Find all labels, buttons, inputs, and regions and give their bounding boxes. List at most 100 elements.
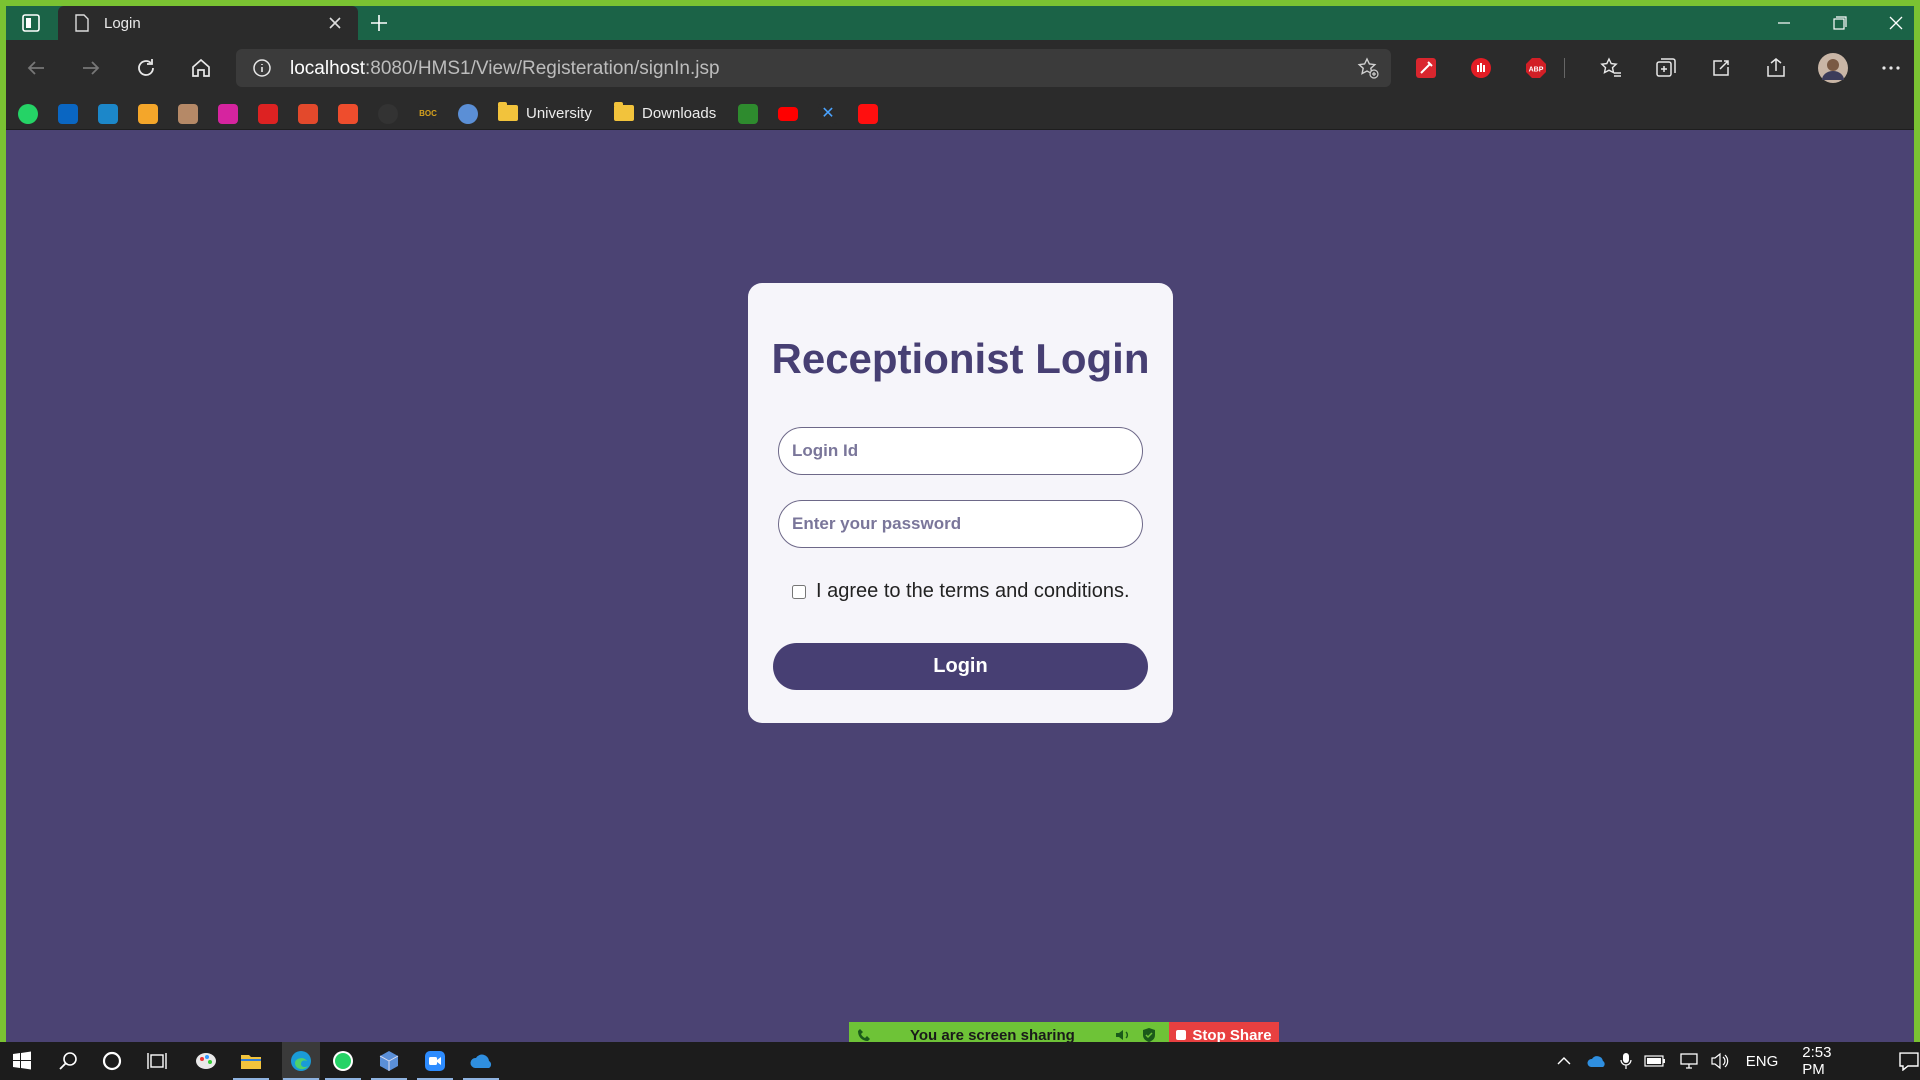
home-icon xyxy=(192,58,210,77)
title-bar: Login xyxy=(6,6,1914,40)
address-bar[interactable]: localhost:8080/HMS1/View/Registeration/s… xyxy=(236,49,1391,87)
zoom-icon xyxy=(425,1051,445,1071)
shop-icon[interactable] xyxy=(338,104,358,124)
home-button[interactable] xyxy=(187,54,215,82)
share-icon xyxy=(1767,58,1785,77)
dark-circle-icon[interactable] xyxy=(378,104,398,124)
profile-button[interactable] xyxy=(1817,52,1849,84)
login-button[interactable]: Login xyxy=(773,643,1148,690)
forward-button[interactable] xyxy=(77,54,105,82)
collections-button[interactable] xyxy=(1652,54,1680,82)
folder-icon xyxy=(614,102,634,121)
bookmark-folder-downloads[interactable]: Downloads xyxy=(614,101,716,125)
url-text[interactable]: localhost:8080/HMS1/View/Registeration/s… xyxy=(290,58,720,80)
refresh-button[interactable] xyxy=(132,54,160,82)
cube-icon xyxy=(379,1051,399,1071)
back-button[interactable] xyxy=(22,54,50,82)
avatar xyxy=(1818,53,1848,83)
toolbar-divider xyxy=(1564,58,1565,78)
chevron-up-icon[interactable] xyxy=(1556,1056,1572,1066)
folder-icon xyxy=(498,102,518,121)
taskbar-app-explorer[interactable] xyxy=(237,1047,265,1075)
taskbar-app-zoom[interactable] xyxy=(421,1047,449,1075)
whatsapp-icon[interactable] xyxy=(18,104,38,124)
web-capture-button[interactable] xyxy=(1707,54,1735,82)
taskbar-app-paint[interactable] xyxy=(192,1047,220,1075)
instagram-icon[interactable] xyxy=(218,104,238,124)
settings-more-button[interactable] xyxy=(1877,54,1905,82)
video-icon[interactable] xyxy=(98,104,118,124)
boc-icon[interactable]: BOC xyxy=(418,104,438,124)
close-icon xyxy=(1889,16,1903,30)
movie-icon[interactable] xyxy=(138,104,158,124)
adblock-button[interactable]: ABP xyxy=(1522,54,1550,82)
huawei-icon[interactable] xyxy=(258,104,278,124)
bookmark-folder-university[interactable]: University xyxy=(498,101,592,125)
close-tab-icon[interactable] xyxy=(326,14,344,32)
onedrive-tray-icon[interactable] xyxy=(1586,1054,1608,1068)
minimize-button[interactable] xyxy=(1756,6,1812,40)
f-logo-icon[interactable] xyxy=(738,104,758,124)
url-host: localhost xyxy=(290,58,365,79)
login-id-input[interactable] xyxy=(778,427,1143,475)
login-card: Receptionist Login I agree to the terms … xyxy=(748,283,1173,723)
globe-logo-icon[interactable] xyxy=(458,104,478,124)
screen-share-bar: You are screen sharing Stop Share xyxy=(849,1022,1279,1042)
network-icon[interactable] xyxy=(1678,1052,1700,1070)
adobe-icon[interactable] xyxy=(858,104,878,124)
favorites-button[interactable] xyxy=(1597,54,1625,82)
search-button[interactable] xyxy=(54,1047,82,1075)
x-logo-icon[interactable]: ✕ xyxy=(818,104,838,124)
system-tray: ENG 2:53 PM xyxy=(1556,1042,1920,1080)
taskbar-app-onedrive[interactable] xyxy=(467,1047,495,1075)
edge-icon xyxy=(291,1051,311,1071)
password-input[interactable] xyxy=(778,500,1143,548)
microphone-icon[interactable] xyxy=(1620,1052,1632,1070)
stop-icon xyxy=(1176,1030,1187,1040)
extension-pen-button[interactable] xyxy=(1412,54,1440,82)
share-button[interactable] xyxy=(1762,54,1790,82)
extension-hand-button[interactable] xyxy=(1467,54,1495,82)
language-indicator[interactable]: ENG xyxy=(1746,1053,1779,1070)
taskbar-app-edge[interactable] xyxy=(282,1042,320,1080)
volume-icon[interactable] xyxy=(1710,1052,1730,1070)
battery-icon[interactable] xyxy=(1644,1055,1666,1067)
info-icon[interactable] xyxy=(252,58,272,78)
tab-actions-icon[interactable] xyxy=(20,12,42,34)
terms-row[interactable]: I agree to the terms and conditions. xyxy=(792,580,1130,603)
start-button[interactable] xyxy=(8,1047,36,1075)
linkedin-icon[interactable] xyxy=(58,104,78,124)
favorites-icon xyxy=(1600,57,1621,77)
adblock-icon: ABP xyxy=(1526,58,1546,78)
pen-extension-icon xyxy=(1416,58,1436,78)
add-favorite-icon[interactable] xyxy=(1357,57,1379,79)
speaker-icon xyxy=(1116,1030,1128,1040)
bookmarks-bar: BOC University Downloads ✕ xyxy=(6,96,1914,130)
youtube-icon[interactable] xyxy=(778,107,798,121)
stop-share-button[interactable]: Stop Share xyxy=(1169,1022,1279,1042)
d-app-icon[interactable] xyxy=(298,104,318,124)
url-path: :8080/HMS1/View/Registeration/signIn.jsp xyxy=(365,58,720,79)
taskbar-app-whatsapp[interactable] xyxy=(329,1047,357,1075)
browser-toolbar: localhost:8080/HMS1/View/Registeration/s… xyxy=(6,40,1914,96)
search-icon xyxy=(59,1052,77,1070)
clock[interactable]: 2:53 PM xyxy=(1802,1044,1858,1078)
web-capture-icon xyxy=(1713,60,1729,76)
taskbar-app-virtualbox[interactable] xyxy=(375,1047,403,1075)
browser-window: Login localhost:8080/HMS1/View/Registera… xyxy=(6,6,1914,1042)
terms-checkbox[interactable] xyxy=(792,584,806,599)
close-window-button[interactable] xyxy=(1868,6,1914,40)
restore-button[interactable] xyxy=(1812,6,1868,40)
cortana-button[interactable] xyxy=(98,1047,126,1075)
task-view-button[interactable] xyxy=(143,1047,171,1075)
page-title: Receptionist Login xyxy=(771,335,1150,382)
bookmark-folder-label: University xyxy=(526,104,592,122)
taskbar: ENG 2:53 PM xyxy=(0,1042,1920,1080)
tab-login[interactable]: Login xyxy=(58,6,358,40)
whatsapp-icon xyxy=(333,1051,353,1071)
new-tab-icon[interactable] xyxy=(369,13,389,33)
refresh-icon xyxy=(138,59,154,76)
svg-text:ABP: ABP xyxy=(1529,67,1544,74)
portrait-icon[interactable] xyxy=(178,104,198,124)
notifications-icon[interactable] xyxy=(1898,1051,1920,1071)
